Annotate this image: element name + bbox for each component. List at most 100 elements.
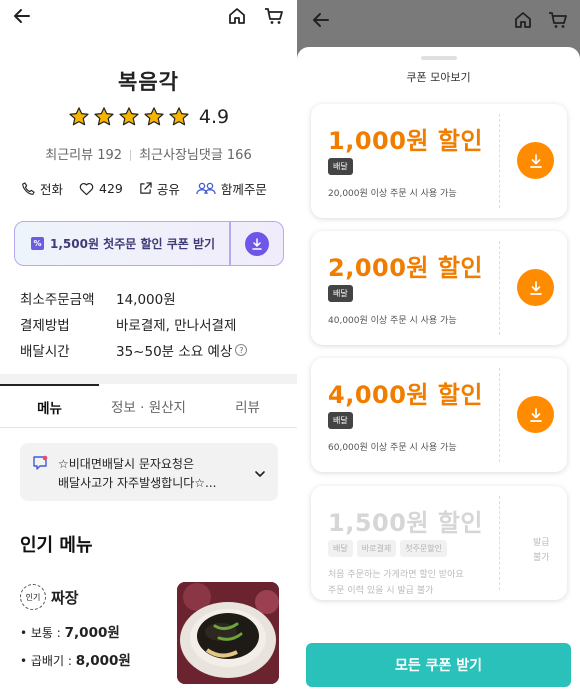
jjajang-photo[interactable] (177, 582, 279, 684)
coupon-tag: 배달 (328, 412, 353, 429)
notice-line: ☆비대면배달시 문자요청은 (58, 457, 195, 471)
info-label: 결제방법 (20, 318, 70, 334)
screen: 복음각 4.9 최근리뷰 192 최근사장님댓글 166 전화 429 공유 함… (0, 0, 580, 690)
share-label: 공유 (156, 182, 180, 197)
popular-badge: 인기 (20, 584, 46, 610)
get-all-coupons-button[interactable]: 모든 쿠폰 받기 (306, 643, 571, 687)
coupon-tags: 배달 바로결제 첫주문할인 (328, 540, 447, 557)
coupon-condition: 40,000원 이상 주문 시 사용 가능 (328, 316, 457, 326)
group-order-label: 함께주문 (220, 182, 267, 197)
cart-icon[interactable] (262, 4, 286, 28)
star-icon (94, 107, 114, 126)
top-bar-dimmed (297, 0, 580, 40)
divider (499, 496, 500, 590)
download-icon[interactable] (517, 142, 554, 179)
notice-icon (32, 455, 48, 475)
cart-icon (546, 8, 570, 32)
menu-item-name-row[interactable]: 인기 짜장 (20, 584, 79, 610)
recent-reviews[interactable]: 최근리뷰 192 (45, 148, 122, 163)
popular-menu-title: 인기 메뉴 (20, 535, 93, 556)
group-order-button[interactable]: 함께주문 (196, 179, 267, 198)
menu-price-regular: • 보통 : 7,000원 (20, 621, 120, 641)
store-tabs: 메뉴 정보 · 원산지 리뷰 (0, 384, 297, 428)
coupon-condition: 20,000원 이상 주문 시 사용 가능 (328, 189, 457, 199)
chevron-down-icon[interactable] (254, 465, 266, 484)
back-arrow-icon (309, 8, 333, 32)
sheet-title: 쿠폰 모아보기 (406, 71, 471, 84)
rating-value: 4.9 (198, 106, 230, 128)
owner-comments[interactable]: 최근사장님댓글 166 (139, 148, 252, 163)
download-icon[interactable] (517, 396, 554, 433)
people-icon (196, 182, 216, 195)
heart-icon (79, 182, 94, 195)
call-button[interactable]: 전화 (22, 179, 63, 198)
price-value: 7,000원 (64, 625, 120, 641)
coupon-bottom-sheet: 쿠폰 모아보기 1,000원 할인 배달 20,000원 이상 주문 시 사용 … (297, 47, 580, 690)
star-icon (169, 107, 189, 126)
tab-menu[interactable]: 메뉴 (0, 384, 99, 427)
top-bar (0, 0, 297, 34)
menu-item-name: 짜장 (51, 588, 79, 607)
star-icon (119, 107, 139, 126)
price-label: • 보통 : (20, 626, 65, 640)
section-divider (0, 374, 297, 384)
coupon-banner-text: 1,500원 첫주문 할인 쿠폰 받기 (50, 237, 216, 251)
coupon-card-disabled: 1,500원 할인 배달 바로결제 첫주문할인 처음 주문하는 가게라면 할인 … (311, 486, 567, 600)
coupon-card: 2,000원 할인 배달 40,000원 이상 주문 시 사용 가능 (311, 231, 567, 345)
coupon-amount: 2,000원 할인 (328, 254, 484, 282)
star-icon (69, 107, 89, 126)
menu-price-large: • 곱배기 : 8,000원 (20, 649, 131, 669)
info-value: 35~50분 소요 예상 (116, 344, 233, 360)
drag-handle[interactable] (421, 56, 457, 60)
owner-notice[interactable]: ☆비대면배달시 문자요청은 배달사고가 자주발생합니다☆... (20, 443, 278, 501)
coupon-amount: 1,000원 할인 (328, 127, 484, 155)
info-value: 바로결제, 만나서결제 (116, 318, 237, 334)
coupon-card: 1,000원 할인 배달 20,000원 이상 주문 시 사용 가능 (311, 104, 567, 218)
coupon-condition: 처음 주문하는 가게라면 할인 받아요 주문 이력 있을 시 발급 불가 (328, 567, 464, 599)
info-row-min-order: 최소주문금액 14,000원 (20, 285, 247, 311)
info-row-delivery-time: 배달시간 35~50분 소요 예상 ? (20, 337, 248, 363)
download-icon[interactable] (245, 232, 269, 256)
status-line: 불가 (533, 553, 550, 563)
home-icon[interactable] (225, 4, 249, 28)
divider (499, 368, 500, 462)
coupon-tag: 바로결제 (356, 540, 397, 557)
price-value: 8,000원 (75, 653, 131, 669)
reviews-summary: 최근리뷰 192 최근사장님댓글 166 (0, 144, 297, 163)
like-count: 429 (99, 181, 123, 196)
tab-reviews[interactable]: 리뷰 (198, 384, 297, 427)
divider (499, 114, 500, 208)
divider (499, 241, 500, 335)
condition-line: 처음 주문하는 가게라면 할인 받아요 (328, 570, 464, 580)
store-name: 복음각 (118, 70, 179, 94)
condition-line: 주문 이력 있을 시 발급 불가 (328, 586, 434, 596)
status-line: 발급 (533, 538, 550, 548)
call-label: 전화 (40, 182, 64, 197)
home-icon (511, 8, 535, 32)
info-value-wrap: 35~50분 소요 예상 ? (116, 340, 248, 360)
notice-line: 배달사고가 자주발생합니다☆... (58, 476, 217, 490)
info-label: 최소주문금액 (20, 292, 95, 308)
coupon-banner-content: % 1,500원 첫주문 할인 쿠폰 받기 (31, 235, 215, 252)
share-icon (140, 182, 152, 194)
store-actions: 전화 429 공유 함께주문 (22, 179, 287, 198)
first-order-coupon-banner[interactable]: % 1,500원 첫주문 할인 쿠폰 받기 (14, 221, 284, 266)
phone-icon (22, 182, 35, 195)
percent-icon: % (31, 237, 44, 250)
store-info: 최소주문금액 14,000원 결제방법 바로결제, 만나서결제 배달시간 35~… (20, 285, 248, 363)
back-arrow-icon[interactable] (10, 4, 34, 28)
coupon-card: 4,000원 할인 배달 60,000원 이상 주문 시 사용 가능 (311, 358, 567, 472)
coupon-modal-overlay: 쿠폰 모아보기 1,000원 할인 배달 20,000원 이상 주문 시 사용 … (297, 0, 580, 690)
like-button[interactable]: 429 (79, 181, 123, 196)
tab-info-origin[interactable]: 정보 · 원산지 (99, 384, 198, 427)
star-icon (144, 107, 164, 126)
coupon-tag: 배달 (328, 158, 353, 175)
info-row-payment: 결제방법 바로결제, 만나서결제 (20, 311, 247, 337)
info-value: 14,000원 (116, 292, 176, 308)
price-label: • 곱배기 : (20, 654, 76, 668)
download-icon[interactable] (517, 269, 554, 306)
coupon-amount: 4,000원 할인 (328, 381, 484, 409)
share-button[interactable]: 공유 (139, 179, 180, 198)
help-icon[interactable]: ? (235, 344, 248, 356)
unavailable-status: 발급 불가 (533, 536, 550, 566)
